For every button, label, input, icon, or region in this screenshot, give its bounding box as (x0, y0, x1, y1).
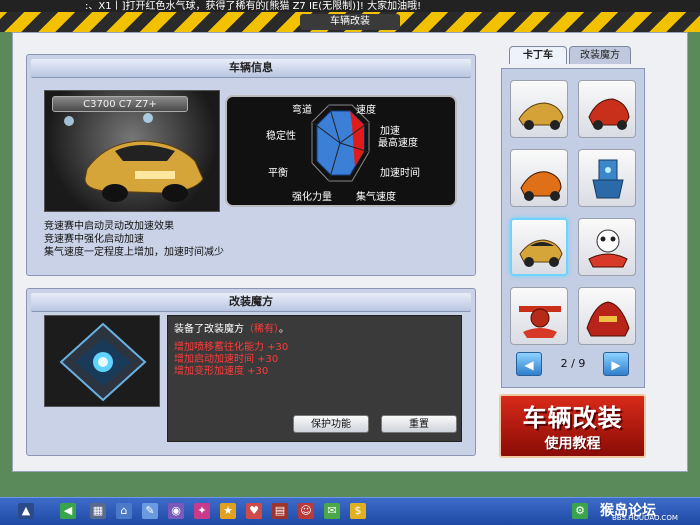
car-slot[interactable] (578, 218, 636, 276)
heart-icon[interactable]: ♥ (246, 503, 262, 519)
radar-label-power: 强化力量 (292, 192, 332, 203)
car-name-label: C3700 C7 Z7+ (52, 96, 188, 112)
tool-icon[interactable]: ✎ (142, 503, 158, 519)
settings-icon[interactable]: ⚙ (572, 503, 588, 519)
map-icon[interactable]: ◉ (168, 503, 184, 519)
tutorial-title: 车辆改装 (522, 404, 623, 432)
magic-cube-icon (59, 322, 147, 402)
equipped-prefix: 装备了改装魔方 (174, 324, 244, 335)
car-slot[interactable] (510, 80, 568, 138)
orange-kart-icon (520, 171, 562, 201)
radar-label-speed: 速度 (356, 105, 376, 116)
desc-line: 集气速度一定程度上增加，加速时间减少 (44, 247, 224, 258)
start-icon[interactable]: ▲ (18, 503, 34, 519)
radar-label-stability: 稳定性 (266, 131, 296, 142)
gift-icon[interactable]: ✦ (194, 503, 210, 519)
radar-chart (311, 104, 370, 182)
desc-line: 竞速赛中强化启动加速 (44, 234, 144, 245)
radar-label-curve: 弯道 (292, 105, 312, 116)
car-info-header: 车辆信息 (31, 59, 471, 78)
radar-label-charge: 集气速度 (356, 192, 396, 203)
reset-button[interactable]: 重置 (381, 415, 457, 433)
blue-robot-icon (592, 159, 624, 199)
next-page-button[interactable]: ▶ (603, 352, 629, 376)
radar-label-topspeed: 最高速度 (378, 138, 418, 149)
ticker-text: :、X1丨]打开红色水气球，获得了稀有的[熊猫 Z7 IE(无限制)]! 大家加… (85, 1, 422, 12)
back-icon[interactable]: ◀ (60, 503, 76, 519)
bonus-line: 增加变形加速度 +30 (174, 366, 269, 377)
desc-line: 竞速赛中启动灵动改加速效果 (44, 221, 174, 232)
bonus-line: 增加喷移蓄往化能力 +30 (174, 342, 289, 353)
tutorial-subtitle: 使用教程 (544, 436, 601, 452)
red-propeller-kart-icon (519, 306, 561, 338)
prev-page-button[interactable]: ◀ (516, 352, 542, 376)
car-slot[interactable] (578, 287, 636, 345)
equipped-suffix: 。 (279, 324, 289, 335)
watermark-sub: BBS.HOUDAO.COM (612, 514, 678, 522)
car-description: 竞速赛中启动灵动改加速效果 竞速赛中强化启动加速 集气速度一定程度上增加，加速时… (44, 220, 464, 272)
car-slot[interactable] (578, 149, 636, 207)
red-gold-kart-icon (586, 301, 630, 337)
bonus-line: 增加启动加速时间 +30 (174, 354, 279, 365)
selected-gold-sportscar-icon (519, 239, 563, 267)
gold-sportscar-icon (518, 102, 564, 130)
car-slot[interactable] (510, 287, 568, 345)
book-icon[interactable]: ▤ (272, 503, 288, 519)
equipped-tag: （稀有） (244, 324, 279, 335)
chat-icon[interactable]: ✉ (324, 503, 340, 519)
car-slot[interactable] (510, 149, 568, 207)
radar-label-balance: 平衡 (268, 168, 288, 179)
window-title: 车辆改装 (300, 14, 400, 30)
shop-icon[interactable]: $ (350, 503, 366, 519)
right-arrow-icon: ▶ (611, 358, 621, 372)
home-icon[interactable]: ⌂ (116, 503, 132, 519)
car-slot-selected[interactable] (510, 218, 568, 276)
garage-icon[interactable]: ▦ (90, 503, 106, 519)
radar-label-accel-time: 加速时间 (380, 168, 420, 179)
page-indicator: 2 / 9 (560, 357, 586, 370)
magic-cube-preview (44, 315, 160, 407)
left-arrow-icon: ◀ (524, 358, 534, 372)
tab-magic-cube[interactable]: 改装魔方 (569, 46, 631, 64)
stats-radar (225, 95, 457, 207)
modify-header: 改装魔方 (31, 293, 471, 312)
car-slot[interactable] (578, 80, 636, 138)
panda-kart-icon (588, 229, 628, 268)
protect-button[interactable]: 保护功能 (293, 415, 369, 433)
red-racer-icon (588, 98, 630, 130)
friends-icon[interactable]: ☺ (298, 503, 314, 519)
equipped-text: 装备了改装魔方（稀有）。 (174, 320, 289, 335)
star-icon[interactable]: ★ (220, 503, 236, 519)
tab-kart[interactable]: 卡丁车 (509, 46, 567, 64)
